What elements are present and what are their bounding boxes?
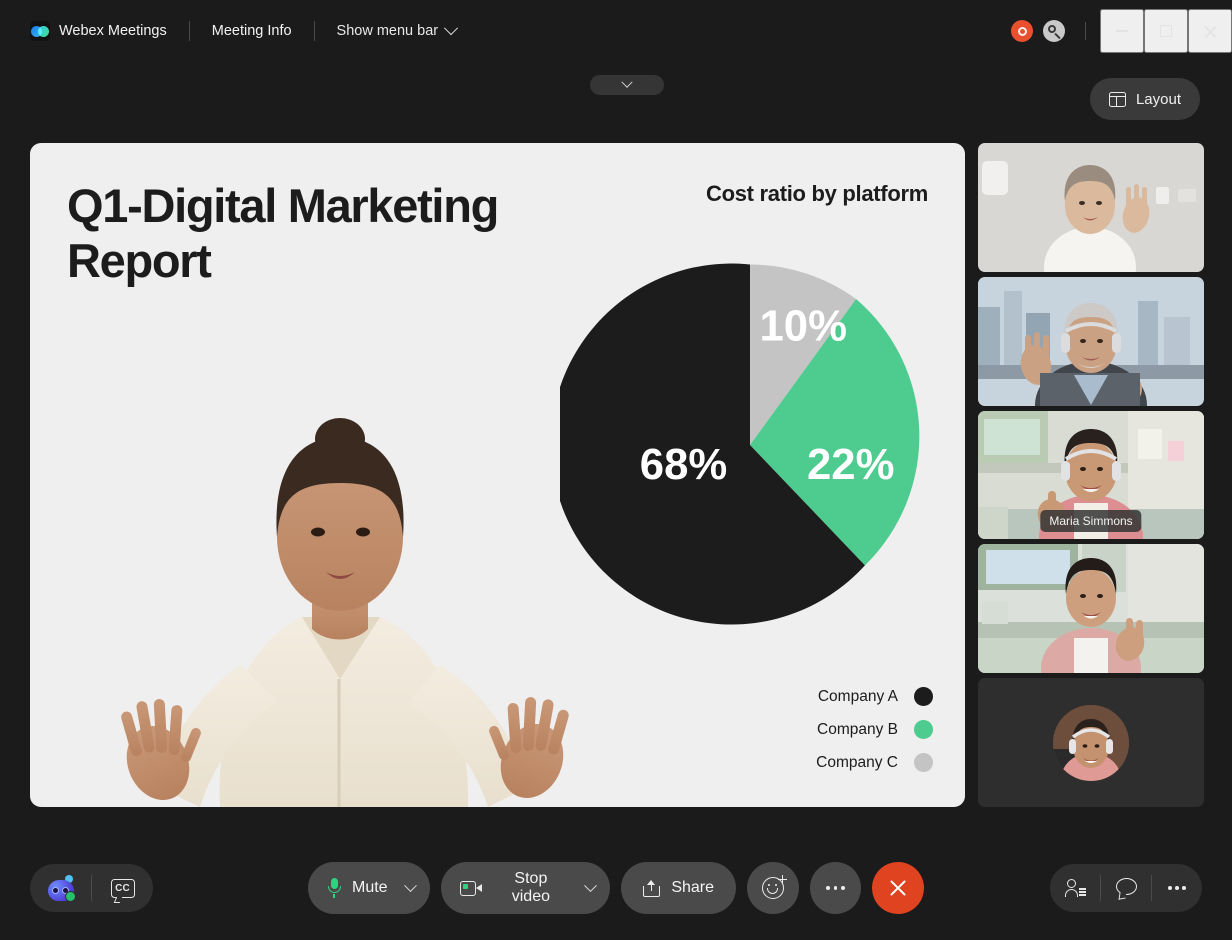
mute-label: Mute [352,879,388,897]
participant-nameplate: Maria Simmons [1040,510,1141,532]
stop-video-label: Stop video [493,870,568,906]
legend-item-company-c: Company C [816,753,933,772]
closed-captions-button[interactable]: CC [92,864,153,912]
maximize-icon [1160,25,1172,37]
reactions-button[interactable] [747,862,799,914]
stop-video-button[interactable]: Stop video [441,862,611,914]
participant-video-4 [978,544,1204,673]
legend-color-swatch [914,720,933,739]
more-options-icon [826,886,845,890]
end-call-button[interactable] [872,862,924,914]
chevron-down-icon [444,21,458,35]
shared-content-stage[interactable]: Q1-Digital Marketing Report Cost ratio b… [30,143,965,807]
legend-label: Company B [817,721,898,739]
participants-icon [1065,879,1086,898]
legend-item-company-a: Company A [816,687,933,706]
divider [1085,22,1086,40]
participant-tile-4[interactable] [978,544,1204,673]
close-icon [1203,24,1218,39]
avatar [1053,705,1129,781]
meeting-info-button[interactable]: Meeting Info [212,23,292,39]
layout-button[interactable]: Layout [1090,78,1200,120]
participant-tile-self[interactable] [978,678,1204,807]
center-control-group: Mute Stop video Share [308,862,924,914]
record-indicator-icon[interactable] [1011,20,1033,42]
chart-heading: Cost ratio by platform [698,180,928,208]
ai-assistant-icon [46,875,76,902]
left-control-group: CC [30,864,153,912]
legend-color-swatch [914,687,933,706]
divider [189,21,190,41]
pie-chart-svg: 10% 22% 68% [560,255,940,635]
meeting-control-bar: CC Mute Stop video Share [0,836,1232,940]
chat-button[interactable] [1101,864,1151,912]
smiley-plus-icon [762,877,784,899]
close-button[interactable] [1188,9,1232,53]
pie-label-company-b: 22% [807,440,894,489]
maximize-button[interactable] [1144,9,1188,53]
participant-filmstrip[interactable]: Maria Simmons [978,143,1204,807]
chevron-down-icon[interactable] [404,879,417,892]
pie-label-company-c: 10% [759,302,846,351]
window-controls [1001,9,1232,53]
minimize-icon [1116,30,1128,32]
ai-assistant-button[interactable] [30,864,91,912]
app-title: Webex Meetings [59,23,167,39]
title-bar: Webex Meetings Meeting Info Show menu ba… [0,0,1232,62]
participant-video-1 [978,143,1204,272]
pie-chart: 10% 22% 68% [560,255,940,635]
closed-captions-text: CC [111,879,135,898]
minimize-button[interactable] [1100,9,1144,53]
participant-tile-3[interactable]: Maria Simmons [978,411,1204,540]
app-identity: Webex Meetings [30,21,167,41]
legend-label: Company C [816,754,898,772]
close-icon [888,878,908,898]
share-label: Share [671,879,714,897]
show-menu-bar-button[interactable]: Show menu bar [337,23,457,39]
webex-logo-icon [30,21,50,41]
right-control-group [1050,864,1202,912]
divider [314,21,315,41]
camera-icon [460,881,483,896]
legend-item-company-b: Company B [816,720,933,739]
participant-video-2 [978,277,1204,406]
share-upload-icon [643,879,660,897]
layout-label: Layout [1136,91,1181,108]
legend-color-swatch [914,753,933,772]
avatar-image [1053,705,1129,781]
collapse-header-button[interactable] [590,75,664,95]
chevron-down-icon[interactable] [585,879,598,892]
layout-grid-icon [1109,92,1126,107]
more-options-button[interactable] [810,862,862,914]
chat-bubble-icon [1116,878,1137,898]
participant-tile-1[interactable] [978,143,1204,272]
key-icon[interactable] [1043,20,1065,42]
share-button[interactable]: Share [621,862,736,914]
microphone-icon [327,878,341,898]
chevron-down-icon [621,77,632,88]
legend-label: Company A [818,688,898,706]
more-options-icon [1168,886,1187,890]
mute-button[interactable]: Mute [308,862,430,914]
closed-captions-icon: CC [111,879,135,898]
participants-button[interactable] [1050,864,1100,912]
slide-title: Q1-Digital Marketing Report [67,179,537,289]
chart-legend: Company A Company B Company C [816,687,933,772]
show-menu-bar-label: Show menu bar [337,23,439,39]
pie-label-company-a: 68% [640,440,727,489]
right-more-options-button[interactable] [1152,864,1202,912]
participant-tile-2[interactable] [978,277,1204,406]
